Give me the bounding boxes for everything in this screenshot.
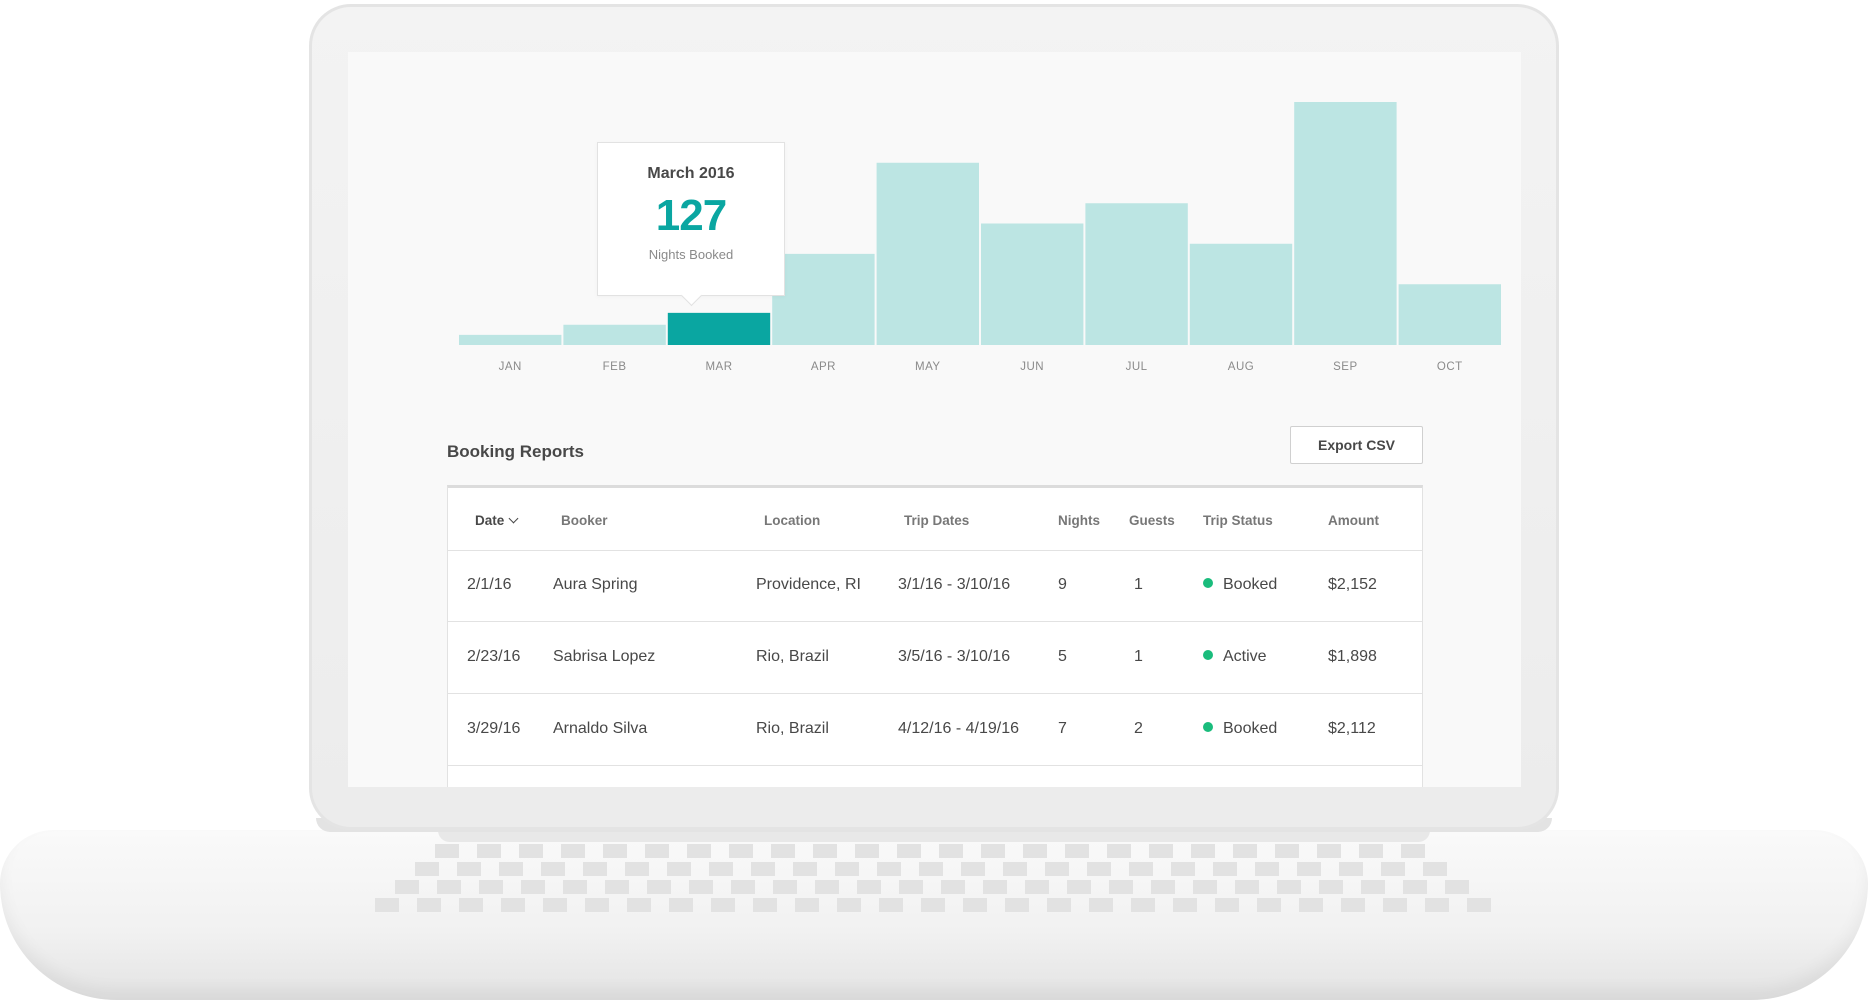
cell-location: Providence, RI bbox=[756, 576, 861, 593]
chart-bar-may[interactable] bbox=[876, 162, 979, 345]
cell-trip-dates: 4/12/16 - 4/19/16 bbox=[898, 720, 1019, 737]
nights-booked-chart: JAN FEB MAR APR MAY JUN JUL AUG SEP OCT bbox=[459, 102, 1501, 373]
x-tick-label: MAY bbox=[915, 361, 941, 373]
x-tick-label: JAN bbox=[499, 361, 522, 373]
cell-nights: 5 bbox=[1058, 648, 1067, 665]
chart-bar-feb[interactable] bbox=[563, 324, 666, 345]
column-header-trip-dates[interactable]: Trip Dates bbox=[904, 513, 969, 528]
app-screen: JAN FEB MAR APR MAY JUN JUL AUG SEP OCT March 201… bbox=[348, 52, 1521, 787]
chart-tooltip: March 2016 127 Nights Booked bbox=[597, 142, 785, 307]
x-tick-label: JUL bbox=[1126, 361, 1148, 373]
tooltip-value: 127 bbox=[655, 191, 727, 240]
cell-guests: 2 bbox=[1134, 720, 1143, 737]
column-header-guests[interactable]: Guests bbox=[1129, 513, 1175, 528]
chart-bar-mar[interactable] bbox=[667, 312, 771, 345]
tooltip-title: March 2016 bbox=[647, 165, 735, 182]
section-title: Booking Reports bbox=[447, 442, 584, 461]
column-header-date[interactable]: Date bbox=[475, 513, 519, 528]
status-dot-icon bbox=[1203, 722, 1213, 732]
export-csv-button[interactable]: Export CSV bbox=[1290, 426, 1423, 464]
cell-nights: 7 bbox=[1058, 720, 1067, 737]
chart-bar-oct[interactable] bbox=[1398, 284, 1501, 345]
tooltip-caption: Nights Booked bbox=[648, 247, 734, 262]
x-tick-label: APR bbox=[811, 361, 836, 373]
cell-guests: 1 bbox=[1134, 648, 1143, 665]
status-label: Booked bbox=[1223, 720, 1278, 737]
column-header-nights[interactable]: Nights bbox=[1058, 513, 1100, 528]
table-row[interactable]: 3/29/16 Arnaldo Silva Rio, Brazil 4/12/1… bbox=[448, 694, 1422, 766]
cell-status: Booked bbox=[1203, 576, 1277, 594]
chevron-down-icon bbox=[508, 513, 519, 524]
cell-trip-dates: 3/1/16 - 3/10/16 bbox=[898, 576, 1011, 593]
x-tick-label: MAR bbox=[705, 361, 732, 373]
column-header-amount[interactable]: Amount bbox=[1328, 513, 1379, 528]
status-dot-icon bbox=[1203, 650, 1213, 660]
status-dot-icon bbox=[1203, 578, 1213, 588]
laptop-keyboard bbox=[345, 840, 1523, 932]
cell-booker: Arnaldo Silva bbox=[553, 720, 648, 737]
chart-bar-aug[interactable] bbox=[1189, 243, 1293, 345]
cell-location: Rio, Brazil bbox=[756, 648, 829, 665]
cell-amount: $2,112 bbox=[1328, 720, 1376, 737]
x-tick-label: JUN bbox=[1020, 361, 1044, 373]
chart-bar-apr[interactable] bbox=[772, 253, 875, 345]
column-header-date-label: Date bbox=[475, 513, 505, 528]
table-row[interactable]: 2/23/16 Sabrisa Lopez Rio, Brazil 3/5/16… bbox=[448, 622, 1422, 694]
chart-bar-jul[interactable] bbox=[1085, 203, 1188, 345]
cell-amount: $2,152 bbox=[1328, 576, 1377, 593]
column-header-booker[interactable]: Booker bbox=[561, 513, 608, 528]
status-label: Active bbox=[1223, 648, 1267, 665]
x-tick-label: FEB bbox=[603, 361, 627, 373]
cell-status: Active bbox=[1203, 648, 1267, 666]
booking-reports-table: Date Booker Location Trip Dates Nights G… bbox=[447, 485, 1423, 787]
cell-guests: 1 bbox=[1134, 576, 1143, 593]
cell-trip-dates: 3/5/16 - 3/10/16 bbox=[898, 648, 1011, 665]
x-tick-label: OCT bbox=[1437, 361, 1463, 373]
cell-date: 3/29/16 bbox=[467, 720, 521, 737]
chart-bar-jan[interactable] bbox=[459, 334, 562, 345]
column-header-trip-status[interactable]: Trip Status bbox=[1203, 513, 1273, 528]
x-tick-label: SEP bbox=[1333, 361, 1358, 373]
cell-date: 2/1/16 bbox=[467, 576, 512, 593]
cell-date: 2/23/16 bbox=[467, 648, 521, 665]
column-header-location[interactable]: Location bbox=[764, 513, 820, 528]
cell-location: Rio, Brazil bbox=[756, 720, 829, 737]
cell-amount: $1,898 bbox=[1328, 648, 1377, 665]
chart-bar-jun[interactable] bbox=[981, 223, 1084, 346]
chart-x-labels: JAN FEB MAR APR MAY JUN JUL AUG SEP OCT bbox=[499, 361, 1463, 373]
status-label: Booked bbox=[1223, 576, 1278, 593]
cell-booker: Sabrisa Lopez bbox=[553, 648, 656, 665]
chart-bar-sep[interactable] bbox=[1294, 102, 1397, 345]
cell-booker: Aura Spring bbox=[553, 576, 638, 593]
table-header: Date Booker Location Trip Dates Nights G… bbox=[448, 488, 1422, 551]
cell-nights: 9 bbox=[1058, 576, 1067, 593]
table-row[interactable]: 2/1/16 Aura Spring Providence, RI 3/1/16… bbox=[448, 550, 1422, 622]
cell-status: Booked bbox=[1203, 720, 1277, 738]
x-tick-label: AUG bbox=[1228, 361, 1254, 373]
